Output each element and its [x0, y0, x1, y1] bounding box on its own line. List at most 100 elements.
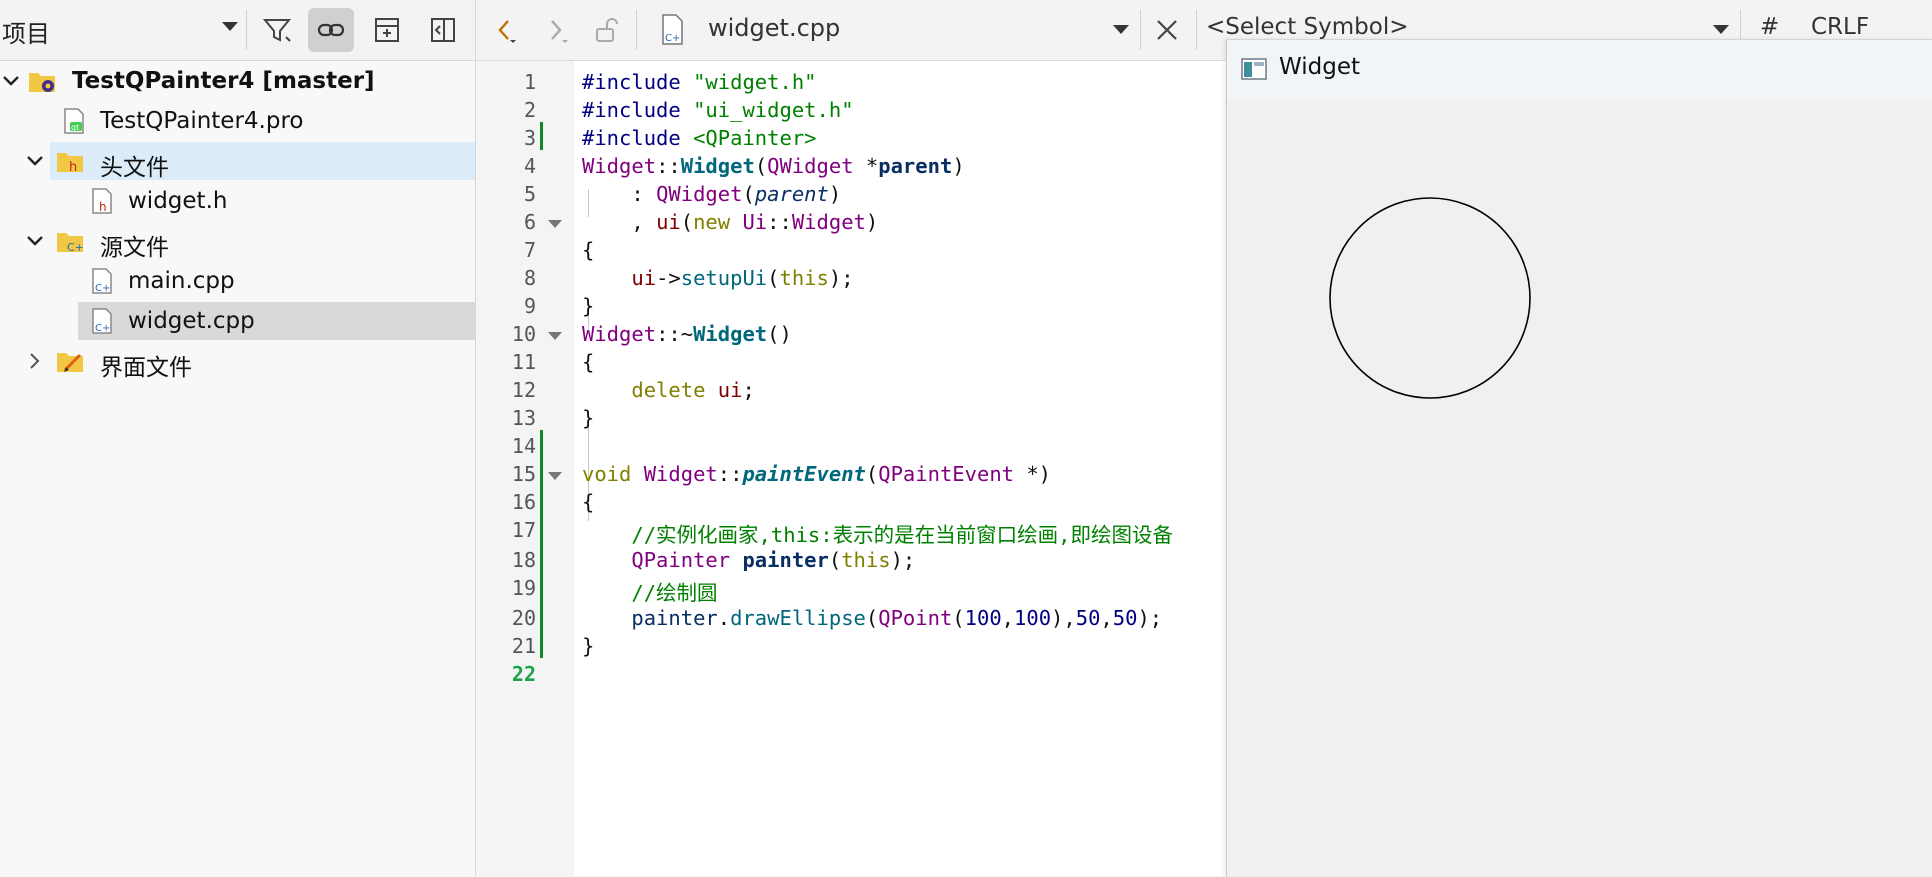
tree-item-main-cpp[interactable]: C+ main.cpp: [0, 262, 475, 300]
line-number: 18: [511, 548, 536, 572]
tree-item-label: 界面文件: [100, 355, 192, 381]
code-line: //绘制圆: [631, 581, 718, 605]
line-number: 8: [523, 266, 536, 290]
chevron-down-icon[interactable]: [222, 22, 238, 31]
fold-marker-icon[interactable]: [548, 472, 562, 480]
link-icon: [317, 23, 345, 37]
fold-marker-icon[interactable]: [548, 220, 562, 228]
code-line: ui->setupUi(this);: [631, 266, 854, 290]
tree-item-label: main.cpp: [128, 268, 235, 294]
code-line: //实例化画家,this:表示的是在当前窗口绘画,即绘图设备: [631, 523, 1173, 547]
tree-item-sources[interactable]: C+ 源文件: [0, 222, 475, 261]
line-number: 4: [523, 154, 536, 178]
line-number: 16: [511, 490, 536, 514]
svg-text:C+: C+: [95, 283, 110, 294]
toolbar-divider: [1196, 10, 1197, 50]
line-number: 5: [523, 182, 536, 206]
line-number: 21: [511, 634, 536, 658]
line-ending-button[interactable]: CRLF: [1811, 14, 1869, 40]
code-line: void Widget::paintEvent(QPaintEvent *): [582, 462, 1052, 486]
tree-item-widget-cpp[interactable]: C+ widget.cpp: [0, 302, 475, 340]
chevron-down-icon[interactable]: [2, 72, 20, 90]
code-line: painter.drawEllipse(QPoint(100,100),50,5…: [631, 606, 1163, 630]
close-icon: [1157, 20, 1177, 40]
tree-item-widget-h[interactable]: h widget.h: [0, 182, 475, 220]
symbol-selector[interactable]: <Select Symbol>: [1206, 14, 1409, 40]
filter-icon: [262, 19, 292, 42]
code-line: #include "widget.h": [582, 70, 817, 94]
line-number: 2: [523, 98, 536, 122]
line-number-gutter: 1 2 3 4 5 6 7 8 9 10 11 12 13 14 15 16 17 18 19 20 21 22: [476, 61, 574, 876]
line-number: 13: [511, 406, 536, 430]
code-line: QPainter painter(this);: [631, 548, 916, 572]
tree-item-project[interactable]: TestQPainter4 [master]: [0, 62, 475, 100]
line-number: 20: [511, 606, 536, 630]
line-number: 14: [511, 434, 536, 458]
toolbar-divider: [636, 10, 637, 50]
open-file-name[interactable]: widget.cpp: [708, 14, 840, 42]
chevron-right-icon[interactable]: [26, 352, 44, 370]
chevron-down-icon[interactable]: [26, 152, 44, 170]
tree-item-pro-file[interactable]: qt TestQPainter4.pro: [0, 102, 475, 140]
code-line: }: [582, 634, 595, 658]
svg-text:C+: C+: [67, 241, 84, 254]
chevron-down-icon[interactable]: [26, 232, 44, 250]
svg-text:qt: qt: [71, 123, 79, 132]
tree-item-label: 源文件: [100, 235, 169, 261]
tree-item-headers[interactable]: h 头文件: [0, 142, 475, 181]
tree-item-label: widget.h: [128, 188, 228, 214]
svg-text:C+: C+: [95, 323, 110, 334]
link-with-editor-button[interactable]: [308, 8, 354, 52]
back-button[interactable]: [482, 8, 528, 52]
code-line: }: [582, 294, 595, 318]
filter-button[interactable]: [254, 8, 300, 52]
window-titlebar[interactable]: Widget: [1227, 40, 1932, 100]
tree-item-forms[interactable]: 界面文件: [0, 342, 475, 381]
qt-pro-file-icon: qt: [64, 108, 84, 134]
code-line: {: [582, 238, 595, 262]
project-view-selector[interactable]: 项目: [2, 14, 50, 49]
code-line: #include <QPainter>: [582, 126, 817, 150]
split-button[interactable]: [364, 8, 410, 52]
code-line: }: [582, 406, 595, 430]
project-panel: 项目 TestQPainter4 [master] qt TestQPainte…: [0, 0, 476, 876]
code-line: {: [582, 490, 595, 514]
line-number: 17: [511, 518, 536, 542]
unlock-icon: [596, 18, 618, 42]
window-app-icon: [1241, 58, 1267, 80]
change-marker: [540, 430, 543, 658]
line-number: 6: [523, 210, 536, 234]
chevron-down-icon[interactable]: [1112, 24, 1130, 36]
code-line: #include "ui_widget.h": [582, 98, 854, 122]
chevron-left-icon: [498, 20, 516, 43]
code-line: Widget::Widget(QWidget *parent): [582, 154, 965, 178]
line-number: 19: [511, 576, 536, 600]
close-file-button[interactable]: [1144, 8, 1190, 52]
line-number: 7: [523, 238, 536, 262]
qt-project-folder-icon: [29, 73, 55, 92]
tree-item-label: 头文件: [100, 155, 169, 181]
line-number: 3: [523, 126, 536, 150]
tree-item-label: TestQPainter4 [master]: [72, 68, 375, 94]
svg-text:C+: C+: [665, 33, 680, 44]
window-title: Widget: [1279, 54, 1360, 80]
cpp-file-icon: C+: [662, 14, 683, 45]
lock-button[interactable]: [582, 8, 628, 52]
header-file-icon: h: [92, 188, 112, 214]
line-number: 1: [523, 70, 536, 94]
widget-app-window[interactable]: Widget: [1226, 39, 1932, 877]
tree-item-label: widget.cpp: [128, 308, 255, 334]
code-line: delete ui;: [631, 378, 755, 402]
toolbar-divider: [246, 10, 247, 50]
code-line: : QWidget(parent): [582, 182, 842, 206]
close-sidebar-button[interactable]: [420, 8, 466, 52]
chevron-right-icon: [551, 20, 568, 43]
code-line: {: [582, 350, 595, 374]
chevron-down-icon[interactable]: [1712, 24, 1730, 36]
cpp-file-icon: C+: [92, 308, 112, 334]
forward-button[interactable]: [532, 8, 578, 52]
encoding-button[interactable]: #: [1760, 14, 1779, 40]
tree-item-label: TestQPainter4.pro: [100, 108, 304, 134]
cpp-file-icon: C+: [92, 268, 112, 294]
fold-marker-icon[interactable]: [548, 332, 562, 340]
